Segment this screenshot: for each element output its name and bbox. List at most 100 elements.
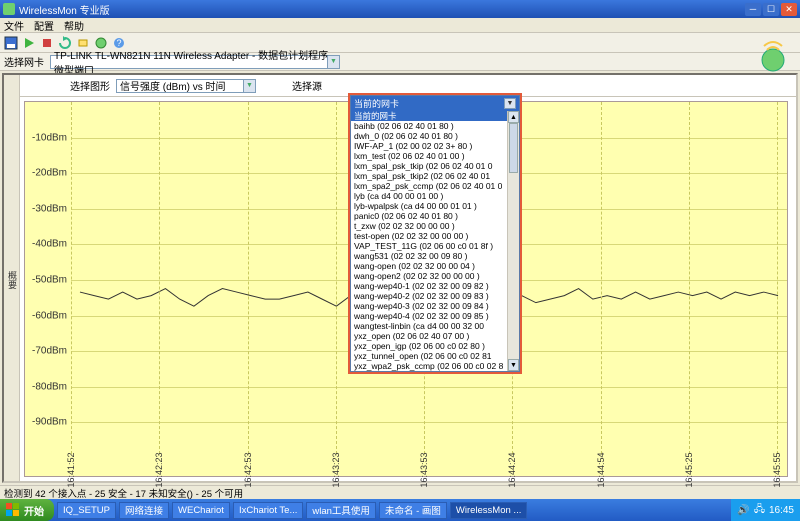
- y-tick-label: -20dBm: [32, 168, 67, 179]
- gridline-h: [71, 422, 787, 423]
- x-tick-label: 16:43:53: [419, 452, 429, 487]
- status-text: 检测到 42 个接入点 - 25 安全 - 17 未知安全() - 25 个可用: [4, 486, 243, 500]
- adapter-combo[interactable]: TP-LINK TL-WN821N 11N Wireless Adapter -…: [50, 55, 340, 69]
- tab-summary[interactable]: 概要: [6, 271, 19, 289]
- y-axis: -10dBm-20dBm-30dBm-40dBm-50dBm-60dBm-70d…: [25, 102, 71, 454]
- dropdown-item[interactable]: wang-open2 (02 02 32 00 00 00 ): [351, 271, 519, 281]
- start-button[interactable]: 开始: [0, 499, 54, 521]
- dropdown-selected[interactable]: 当前的网卡 ▼: [351, 96, 519, 111]
- adapter-value: TP-LINK TL-WN821N 11N Wireless Adapter -…: [54, 47, 336, 77]
- window-title: WirelessMon 专业版: [19, 2, 110, 17]
- taskbar: 开始 IQ_SETUP网络连接WEChariotIxChariot Te...w…: [0, 499, 800, 521]
- adapter-row: 选择网卡 TP-LINK TL-WN821N 11N Wireless Adap…: [0, 53, 800, 71]
- dropdown-item[interactable]: yxz_wpa2_psk_ccmp (02 06 00 c0 02 8: [351, 361, 519, 371]
- dropdown-item[interactable]: IWF-AP_1 (02 00 02 02 3+ 80 ): [351, 141, 519, 151]
- gridline-h: [71, 387, 787, 388]
- x-tick-label: 16:42:23: [154, 452, 164, 487]
- dropdown-item[interactable]: VAP_TEST_11G (02 06 00 c0 01 8f ): [351, 241, 519, 251]
- dropdown-item[interactable]: yxz_open_igp (02 06 00 c0 02 80 ): [351, 341, 519, 351]
- dropdown-item[interactable]: wangtest-linbin (ca d4 00 00 32 00: [351, 321, 519, 331]
- maximize-button[interactable]: ☐: [763, 3, 779, 16]
- taskbar-item[interactable]: IxChariot Te...: [233, 502, 303, 519]
- dropdown-item[interactable]: wang-wep40-4 (02 02 32 00 09 85 ): [351, 311, 519, 321]
- tray-icon[interactable]: 🖧: [754, 502, 765, 519]
- menu-help[interactable]: 帮助: [64, 18, 84, 33]
- chevron-down-icon[interactable]: ▼: [243, 80, 255, 92]
- gridline-v: [71, 102, 72, 454]
- y-tick-label: -30dBm: [32, 203, 67, 214]
- graph-select-label: 选择图形: [70, 78, 110, 93]
- dropdown-item[interactable]: baihb (02 06 02 40 01 80 ): [351, 121, 519, 131]
- dropdown-item[interactable]: 当前的网卡: [351, 111, 519, 121]
- x-tick-label: 16:43:23: [331, 452, 341, 487]
- dropdown-item[interactable]: wang-wep40-2 (02 02 32 00 09 83 ): [351, 291, 519, 301]
- y-tick-label: -50dBm: [32, 275, 67, 286]
- play-icon[interactable]: [22, 36, 36, 50]
- scroll-up-icon[interactable]: ▲: [508, 111, 519, 123]
- dropdown-item[interactable]: wang-open (02 02 32 00 00 04 ): [351, 261, 519, 271]
- adapter-label: 选择网卡: [4, 54, 44, 69]
- tray-icon[interactable]: 🔊: [737, 505, 749, 516]
- minimize-button[interactable]: ─: [745, 3, 761, 16]
- dropdown-item[interactable]: lxm_spa2_psk_ccmp (02 06 02 40 01 0: [351, 181, 519, 191]
- dropdown-item[interactable]: test-open (02 02 32 00 00 00 ): [351, 231, 519, 241]
- taskbar-item[interactable]: 未命名 - 画图: [379, 502, 447, 519]
- source-dropdown[interactable]: 当前的网卡 ▼ 当前的网卡baihb (02 06 02 40 01 80 )d…: [350, 95, 520, 372]
- clock: 16:45: [769, 505, 794, 516]
- system-tray: 🔊 🖧 16:45: [731, 499, 800, 521]
- gridline-v: [336, 102, 337, 454]
- save-icon[interactable]: [4, 36, 18, 50]
- menu-file[interactable]: 文件: [4, 18, 24, 33]
- dropdown-item[interactable]: lxm_spal_psk_tkip2 (02 06 02 40 01: [351, 171, 519, 181]
- graph-area: 选择图形 信号强度 (dBm) vs 时间 ▼ 选择源 当前的网卡 ▼ 当前的网…: [20, 75, 796, 481]
- taskbar-item[interactable]: 网络连接: [119, 502, 169, 519]
- side-tabs: 概要 统计 图形 IP连接: [4, 75, 20, 481]
- taskbar-item[interactable]: WirelessMon ...: [450, 502, 527, 519]
- menubar: 文件 配置 帮助: [0, 18, 800, 33]
- wireless-globe-icon: [754, 36, 792, 74]
- x-tick-label: 16:41:52: [66, 452, 76, 487]
- gridline-v: [159, 102, 160, 454]
- menu-config[interactable]: 配置: [34, 18, 54, 33]
- dropdown-item[interactable]: lyb-wpalpsk (ca d4 00 00 01 01 ): [351, 201, 519, 211]
- dropdown-item[interactable]: panic0 (02 06 02 40 01 80 ): [351, 211, 519, 221]
- dropdown-item[interactable]: dwh_0 (02 06 02 40 01 80 ): [351, 131, 519, 141]
- y-tick-label: -90dBm: [32, 417, 67, 428]
- dropdown-item[interactable]: t_zxw (02 02 32 00 00 00 ): [351, 221, 519, 231]
- dropdown-item[interactable]: wang531 (02 02 32 00 09 80 ): [351, 251, 519, 261]
- y-tick-label: -70dBm: [32, 346, 67, 357]
- content: 概要 统计 图形 IP连接 选择图形 信号强度 (dBm) vs 时间 ▼ 选择…: [2, 73, 798, 483]
- chevron-down-icon[interactable]: ▼: [327, 56, 339, 68]
- gridline-v: [689, 102, 690, 454]
- x-tick-label: 16:45:25: [684, 452, 694, 487]
- taskbar-item[interactable]: WEChariot: [172, 502, 230, 519]
- graph-combo-value: 信号强度 (dBm) vs 时间: [120, 78, 226, 93]
- scroll-down-icon[interactable]: ▼: [508, 359, 519, 371]
- dropdown-item[interactable]: yxz_open (02 06 02 40 07 00 ): [351, 331, 519, 341]
- dropdown-selected-text: 当前的网卡: [354, 97, 399, 110]
- gridline-v: [248, 102, 249, 454]
- taskbar-item[interactable]: wlan工具使用: [306, 502, 376, 519]
- y-tick-label: -10dBm: [32, 132, 67, 143]
- chevron-down-icon[interactable]: ▼: [504, 98, 516, 109]
- x-tick-label: 16:44:54: [596, 452, 606, 487]
- graph-combo[interactable]: 信号强度 (dBm) vs 时间 ▼: [116, 79, 256, 93]
- dropdown-item[interactable]: lyb (ca d4 00 00 01 00 ): [351, 191, 519, 201]
- dropdown-item[interactable]: yxz_tunnel_open (02 06 00 c0 02 81: [351, 351, 519, 361]
- dropdown-item[interactable]: lxm_spal_psk_tkip (02 06 02 40 01 0: [351, 161, 519, 171]
- x-tick-label: 16:44:24: [507, 452, 517, 487]
- dropdown-item[interactable]: wang-wep40-3 (02 02 32 00 09 84 ): [351, 301, 519, 311]
- windows-icon: [6, 503, 20, 517]
- dropdown-item[interactable]: lxm_test (02 06 02 40 01 00 ): [351, 151, 519, 161]
- close-button[interactable]: ✕: [781, 3, 797, 16]
- statusbar: 检测到 42 个接入点 - 25 安全 - 17 未知安全() - 25 个可用: [0, 485, 800, 499]
- scroll-thumb[interactable]: [509, 123, 518, 173]
- taskbar-item[interactable]: IQ_SETUP: [57, 502, 116, 519]
- y-tick-label: -60dBm: [32, 310, 67, 321]
- app-icon: [3, 3, 15, 15]
- y-tick-label: -80dBm: [32, 381, 67, 392]
- gridline-v: [777, 102, 778, 454]
- dropdown-scrollbar[interactable]: ▲ ▼: [507, 111, 519, 371]
- dropdown-item[interactable]: wang-wep40-1 (02 02 32 00 09 82 ): [351, 281, 519, 291]
- stop-icon[interactable]: [40, 36, 54, 50]
